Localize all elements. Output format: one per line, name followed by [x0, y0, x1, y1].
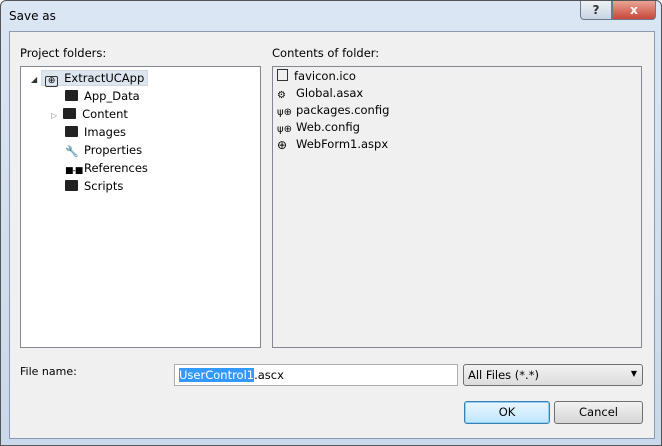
tree-item-label: Scripts [84, 179, 124, 193]
tree-item-properties[interactable]: 🔧 Properties [65, 141, 142, 159]
references-icon: ■-■ [65, 166, 83, 176]
tree-item-label: References [84, 161, 148, 175]
file-item[interactable]: ψ⊕ packages.config [277, 102, 389, 119]
close-button[interactable]: x [612, 1, 656, 20]
globe-icon: ⊕ [277, 138, 288, 152]
tree-item-images[interactable]: Images [65, 123, 126, 141]
expanded-arrow-icon[interactable]: ◢ [31, 75, 37, 84]
file-item[interactable]: ⊕ WebForm1.aspx [277, 136, 388, 153]
gear-file-icon: ⚙ [277, 90, 286, 101]
tree-item-label: Images [84, 125, 127, 139]
cancel-button[interactable]: Cancel [554, 401, 643, 424]
tree-item-label: App_Data [84, 89, 140, 103]
contents-label: Contents of folder: [272, 46, 380, 60]
folder-icon [63, 108, 77, 119]
image-file-icon [277, 69, 288, 81]
tree-item-label: Content [82, 107, 128, 121]
web-project-icon: ⊕ [45, 76, 59, 87]
project-folders-label: Project folders: [20, 46, 107, 60]
dialog-title: Save as [9, 9, 56, 23]
file-type-dropdown[interactable]: All Files (*.*) ▼ [463, 364, 643, 386]
file-type-value: All Files (*.*) [468, 368, 539, 382]
tree-item-references[interactable]: ■-■ References [65, 159, 148, 177]
file-item[interactable]: ⚙ Global.asax [277, 85, 363, 102]
config-file-icon: ψ⊕ [277, 107, 292, 118]
chevron-down-icon: ▼ [630, 369, 637, 378]
ok-button[interactable]: OK [464, 401, 550, 424]
file-label: favicon.ico [294, 69, 356, 83]
file-item[interactable]: ψ⊕ Web.config [277, 119, 360, 136]
tree-root[interactable]: ◢ ⊕ ExtractUCApp [31, 69, 149, 87]
file-label: Global.asax [296, 86, 364, 100]
wrench-icon: 🔧 [65, 145, 79, 158]
file-label: Web.config [296, 120, 360, 134]
folder-icon [65, 126, 78, 137]
save-as-dialog: Save as ? x Project folders: ◢ ⊕ ExtractUC… [0, 0, 662, 446]
tree-root-label: ExtractUCApp [64, 71, 145, 85]
file-item[interactable]: favicon.ico [277, 68, 356, 85]
file-name-input[interactable]: UserControl1.ascx [174, 364, 458, 386]
config-file-icon: ψ⊕ [277, 124, 292, 135]
collapsed-arrow-icon[interactable]: ▷ [51, 111, 57, 120]
tree-item-scripts[interactable]: Scripts [65, 177, 123, 195]
file-label: packages.config [296, 103, 390, 117]
file-label: WebForm1.aspx [296, 137, 389, 151]
file-name-extension: .ascx [254, 368, 284, 382]
folder-icon [65, 180, 78, 191]
folder-contents-list[interactable]: favicon.ico ⚙ Global.asax ψ⊕ packages.conf… [272, 66, 642, 348]
help-button[interactable]: ? [580, 1, 612, 20]
file-name-selected-text: UserControl1 [179, 368, 255, 382]
file-name-label: File name: [20, 365, 77, 378]
tree-item-content[interactable]: ▷ Content [51, 105, 128, 123]
project-folders-tree[interactable]: ◢ ⊕ ExtractUCApp App_Data ▷ Content Images … [20, 66, 261, 348]
folder-icon [65, 90, 78, 101]
tree-item-app-data[interactable]: App_Data [65, 87, 140, 105]
tree-item-label: Properties [84, 143, 143, 157]
